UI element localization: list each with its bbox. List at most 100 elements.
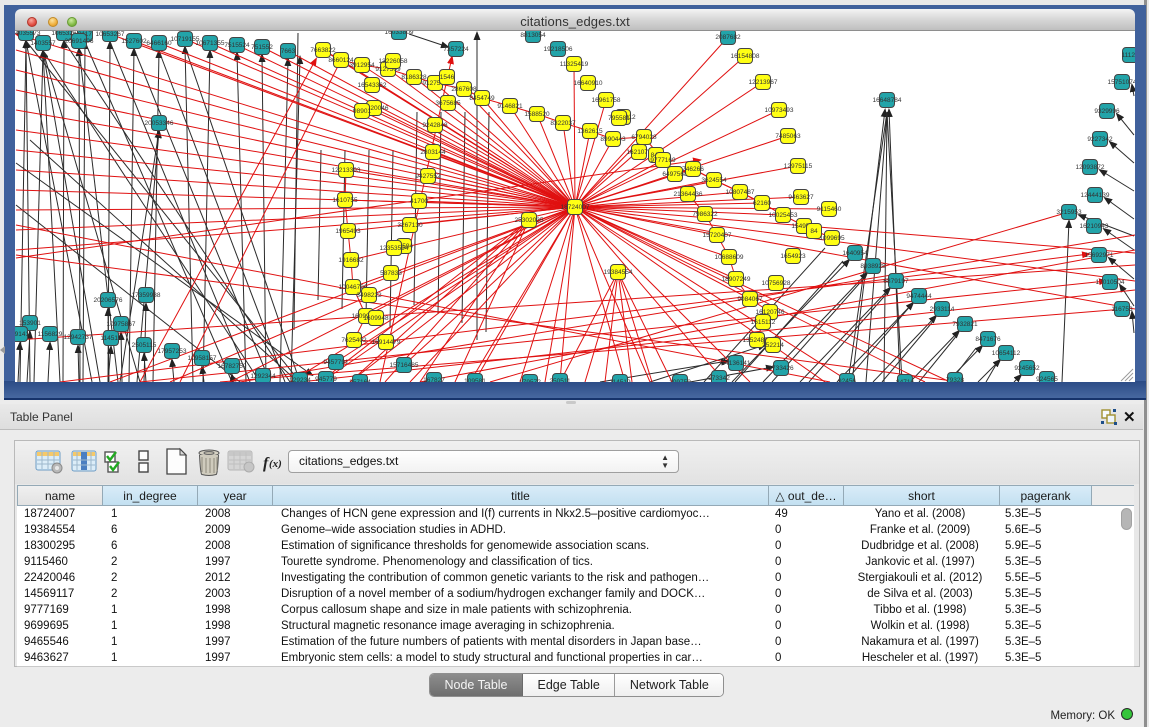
svg-text:11325419: 11325419	[560, 61, 589, 68]
svg-text:6794028: 6794028	[631, 134, 657, 141]
svg-text:62160: 62160	[753, 200, 771, 207]
svg-text:20053346: 20053346	[145, 120, 174, 127]
svg-text:9463627: 9463627	[788, 194, 814, 201]
svg-text:109581: 109581	[464, 378, 486, 382]
svg-text:924565: 924565	[1036, 376, 1058, 382]
svg-text:10975867: 10975867	[107, 321, 136, 328]
svg-text:751552: 751552	[251, 44, 273, 51]
svg-text:3498222: 3498222	[356, 292, 382, 299]
svg-text:17010504: 17010504	[1096, 279, 1125, 286]
svg-text:2933114: 2933114	[930, 306, 955, 313]
svg-text:116753: 116753	[1111, 306, 1133, 313]
svg-text:10653267: 10653267	[96, 31, 125, 38]
svg-text:18907249: 18907249	[722, 276, 751, 283]
svg-text:2505115: 2505115	[132, 342, 157, 349]
svg-text:7357224: 7357224	[443, 46, 469, 53]
svg-text:16640910: 16640910	[574, 80, 603, 87]
svg-text:16033809: 16033809	[385, 31, 414, 36]
svg-text:12975115: 12975115	[784, 163, 813, 170]
svg-text:1640954: 1640954	[842, 250, 868, 257]
svg-text:179572: 179572	[519, 379, 541, 382]
svg-text:12353594: 12353594	[380, 245, 409, 252]
svg-text:84: 84	[810, 228, 818, 235]
svg-text:10807487: 10807487	[726, 189, 755, 196]
svg-text:16648784: 16648784	[873, 97, 902, 104]
svg-text:12093872: 12093872	[1076, 164, 1105, 171]
svg-text:16210943: 16210943	[1080, 223, 1109, 230]
svg-text:129234: 129234	[289, 377, 311, 382]
svg-text:10654112: 10654112	[992, 350, 1021, 357]
svg-text:1156829: 1156829	[38, 331, 63, 338]
svg-text:20691406: 20691406	[65, 38, 94, 45]
svg-text:20206576: 20206576	[94, 297, 123, 304]
svg-text:9329996: 9329996	[1094, 108, 1120, 115]
svg-text:25302035: 25302035	[515, 217, 544, 224]
svg-text:7663: 7663	[281, 48, 296, 55]
svg-text:7485063: 7485063	[775, 133, 801, 140]
svg-text:14136141: 14136141	[722, 360, 751, 367]
svg-text:8471676: 8471676	[975, 336, 1001, 343]
svg-text:1610755: 1610755	[332, 197, 358, 204]
svg-text:746266: 746266	[682, 166, 704, 173]
svg-text:2087682: 2087682	[715, 34, 741, 41]
svg-text:12444139: 12444139	[1081, 192, 1110, 199]
svg-text:1527602: 1527602	[121, 38, 147, 45]
svg-text:8938928: 8938928	[860, 263, 886, 270]
svg-text:6466160: 6466160	[146, 40, 172, 47]
svg-text:1292344: 1292344	[250, 373, 276, 380]
svg-text:9227342: 9227342	[1087, 136, 1113, 143]
svg-text:3215953: 3215953	[1056, 209, 1082, 216]
svg-text:8990443: 8990443	[600, 136, 626, 143]
svg-text:1615112: 1615112	[751, 319, 776, 326]
svg-text:250511: 250511	[549, 378, 571, 382]
svg-text:7515524: 7515524	[224, 42, 250, 49]
svg-text:41700: 41700	[410, 198, 428, 205]
svg-text:9245652: 9245652	[1014, 365, 1040, 372]
svg-text:1099695: 1099695	[819, 235, 845, 242]
svg-text:19384554: 19384554	[604, 269, 633, 276]
svg-text:114519: 114519	[100, 335, 122, 342]
svg-text:10973493: 10973493	[765, 107, 794, 114]
svg-text:1546: 1546	[440, 74, 455, 81]
svg-text:1916682: 1916682	[338, 257, 364, 264]
svg-text:17359938: 17359938	[132, 292, 161, 299]
svg-text:21364436: 21364436	[674, 191, 703, 198]
svg-text:252214: 252214	[762, 342, 784, 349]
svg-text:587833: 587833	[380, 270, 402, 277]
svg-text:19218506: 19218506	[544, 46, 573, 53]
svg-text:2803144: 2803144	[420, 149, 446, 156]
svg-text:3912954: 3912954	[349, 62, 375, 69]
svg-text:1403557: 1403557	[30, 40, 56, 47]
svg-text:7932821: 7932821	[952, 321, 978, 328]
svg-text:12213393: 12213393	[332, 167, 361, 174]
svg-text:1733426: 1733426	[768, 365, 794, 372]
svg-text:8454749: 8454749	[469, 95, 495, 102]
svg-text:10671355: 10671355	[196, 40, 225, 47]
svg-text:10025453: 10025453	[769, 212, 798, 219]
svg-text:795581: 795581	[608, 115, 630, 122]
svg-text:1965493: 1965493	[335, 228, 361, 235]
svg-text:7663822: 7663822	[310, 47, 336, 54]
svg-text:3267130: 3267130	[397, 222, 423, 229]
svg-text:11125: 11125	[1121, 52, 1135, 59]
svg-text:15751074: 15751074	[1108, 79, 1135, 86]
svg-text:9084067: 9084067	[737, 296, 763, 303]
svg-text:10958157: 10958157	[188, 355, 217, 362]
svg-text:9474444: 9474444	[906, 293, 932, 300]
svg-text:9115460: 9115460	[817, 206, 842, 213]
svg-text:109758: 109758	[669, 379, 691, 382]
svg-text:9242848: 9242848	[422, 122, 448, 129]
svg-text:10756928: 10756928	[762, 280, 791, 287]
svg-text:16782759: 16782759	[218, 363, 247, 370]
svg-text:(x): (x)	[269, 458, 282, 470]
svg-text:3624554: 3624554	[701, 177, 727, 184]
svg-text:3675685: 3675685	[435, 100, 461, 107]
svg-text:8322037: 8322037	[550, 120, 576, 127]
svg-text:9457791: 9457791	[323, 359, 349, 366]
svg-text:92456: 92456	[838, 378, 856, 382]
svg-text:16914479: 16914479	[372, 339, 401, 346]
svg-text:8813054: 8813054	[520, 32, 546, 39]
svg-text:98901: 98901	[353, 108, 371, 115]
svg-text:157164: 157164	[349, 379, 371, 382]
svg-text:13226058: 13226058	[379, 58, 408, 65]
